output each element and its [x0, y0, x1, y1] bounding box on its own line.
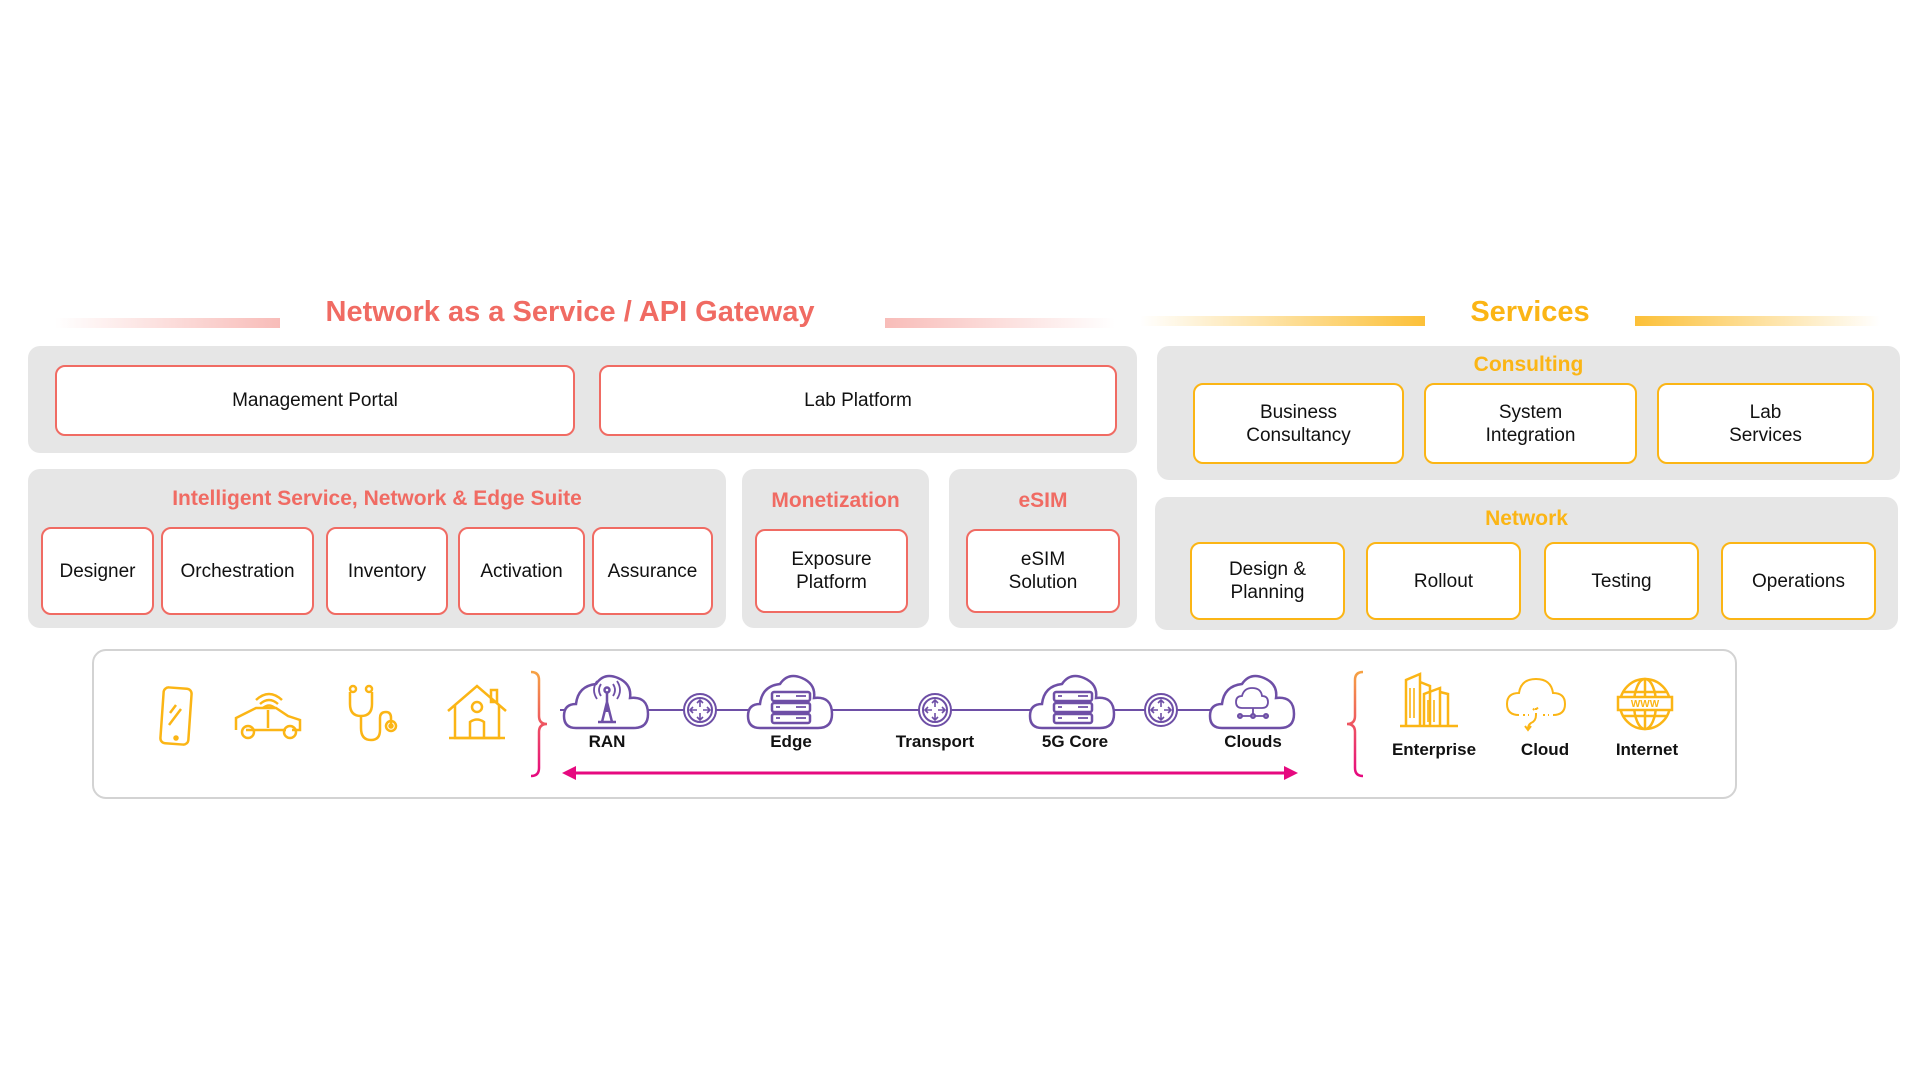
node-label-ran: RAN — [588, 732, 626, 751]
server-cloud-icon — [1028, 674, 1116, 730]
smartphone-icon — [159, 686, 193, 746]
cell-tower-cloud-icon — [562, 674, 650, 730]
right-brace — [1346, 670, 1364, 778]
monetization-title: Monetization — [771, 489, 900, 512]
esim-panel: eSIM eSIM Solution — [949, 469, 1137, 628]
orchestration-box[interactable]: Orchestration — [161, 527, 314, 615]
title-bar-left-2 — [885, 318, 1115, 328]
connected-car-icon — [234, 692, 302, 740]
testing-box[interactable]: Testing — [1544, 542, 1699, 620]
business-consultancy-box[interactable]: Business Consultancy — [1193, 383, 1404, 464]
operations-box[interactable]: Operations — [1721, 542, 1876, 620]
end-to-end-arrow — [562, 766, 1298, 780]
cloud-icon — [1505, 677, 1567, 732]
design-planning-box[interactable]: Design & Planning — [1190, 542, 1345, 620]
inventory-box[interactable]: Inventory — [326, 527, 448, 615]
svg-text:WWW: WWW — [1631, 699, 1660, 710]
node-label-transport: Transport — [895, 732, 975, 751]
router-icon — [918, 693, 952, 727]
exposure-platform-box[interactable]: Exposure Platform — [755, 529, 908, 613]
router-icon — [1144, 693, 1178, 727]
gateway-panel: Management Portal Lab Platform — [28, 346, 1137, 453]
node-label-5g-core: 5G Core — [1041, 732, 1109, 751]
consulting-panel: Consulting Business Consultancy System I… — [1157, 346, 1900, 480]
lab-platform-box[interactable]: Lab Platform — [599, 365, 1117, 436]
title-bar-right-2 — [1635, 316, 1880, 326]
dest-label-enterprise: Enterprise — [1391, 740, 1477, 759]
node-label-edge: Edge — [770, 732, 812, 751]
services-title: Services — [1470, 296, 1590, 328]
smart-home-icon — [447, 684, 507, 740]
activation-box[interactable]: Activation — [458, 527, 585, 615]
monetization-panel: Monetization Exposure Platform — [742, 469, 929, 628]
network-services-panel: Network Design & Planning Rollout Testin… — [1155, 497, 1898, 630]
left-brace — [530, 670, 548, 778]
esim-title: eSIM — [1018, 489, 1068, 512]
rollout-box[interactable]: Rollout — [1366, 542, 1521, 620]
stethoscope-icon — [348, 684, 398, 742]
consulting-title: Consulting — [1473, 353, 1584, 376]
system-integration-box[interactable]: System Integration — [1424, 383, 1637, 464]
assurance-box[interactable]: Assurance — [592, 527, 713, 615]
server-cloud-icon — [746, 674, 834, 730]
designer-box[interactable]: Designer — [41, 527, 154, 615]
network-title: Network — [1485, 507, 1568, 530]
node-label-clouds: Clouds — [1224, 732, 1282, 751]
dest-label-internet: Internet — [1615, 740, 1679, 759]
naas-title: Network as a Service / API Gateway — [325, 296, 815, 328]
title-bar-right-1 — [1140, 316, 1425, 326]
isne-title: Intelligent Service, Network & Edge Suit… — [172, 487, 582, 510]
lab-services-box[interactable]: Lab Services — [1657, 383, 1874, 464]
title-bar-left-1 — [55, 318, 280, 328]
management-portal-box[interactable]: Management Portal — [55, 365, 575, 436]
isne-panel: Intelligent Service, Network & Edge Suit… — [28, 469, 726, 628]
router-icon — [683, 693, 717, 727]
esim-solution-box[interactable]: eSIM Solution — [966, 529, 1120, 613]
buildings-icon — [1400, 672, 1458, 728]
cloud-network-icon — [1208, 674, 1296, 730]
globe-www-icon: WWW — [1616, 677, 1674, 731]
